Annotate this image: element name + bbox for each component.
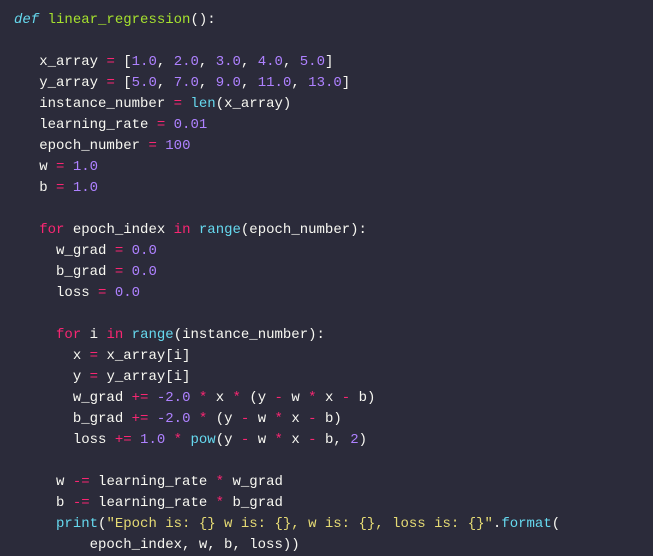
code-line-14: loss = 0.0 bbox=[14, 285, 140, 301]
code-line-18: y = y_array[i] bbox=[14, 369, 190, 385]
code-line-26: epoch_index, w, b, loss)) bbox=[14, 537, 300, 553]
parens: (): bbox=[190, 12, 215, 28]
code-line-4: y_array = [5.0, 7.0, 9.0, 11.0, 13.0] bbox=[14, 75, 350, 91]
code-line-3: x_array = [1.0, 2.0, 3.0, 4.0, 5.0] bbox=[14, 54, 333, 70]
code-line-6: learning_rate = 0.01 bbox=[14, 117, 207, 133]
code-line-9: b = 1.0 bbox=[14, 180, 98, 196]
code-line-16: for i in range(instance_number): bbox=[14, 327, 325, 343]
code-line-1: def linear_regression(): bbox=[14, 12, 216, 28]
keyword-def: def bbox=[14, 12, 39, 28]
code-line-20: b_grad += -2.0 * (y - w * x - b) bbox=[14, 411, 342, 427]
code-line-17: x = x_array[i] bbox=[14, 348, 190, 364]
code-line-8: w = 1.0 bbox=[14, 159, 98, 175]
code-line-12: w_grad = 0.0 bbox=[14, 243, 157, 259]
code-line-19: w_grad += -2.0 * x * (y - w * x - b) bbox=[14, 390, 375, 406]
code-line-7: epoch_number = 100 bbox=[14, 138, 190, 154]
code-line-25: print("Epoch is: {} w is: {}, w is: {}, … bbox=[14, 516, 560, 532]
code-line-11: for epoch_index in range(epoch_number): bbox=[14, 222, 367, 238]
code-line-21: loss += 1.0 * pow(y - w * x - b, 2) bbox=[14, 432, 367, 448]
function-name: linear_regression bbox=[48, 12, 191, 28]
code-line-24: b -= learning_rate * b_grad bbox=[14, 495, 283, 511]
code-line-5: instance_number = len(x_array) bbox=[14, 96, 291, 112]
code-editor: def linear_regression(): x_array = [1.0,… bbox=[14, 10, 639, 556]
code-line-23: w -= learning_rate * w_grad bbox=[14, 474, 283, 490]
code-line-13: b_grad = 0.0 bbox=[14, 264, 157, 280]
